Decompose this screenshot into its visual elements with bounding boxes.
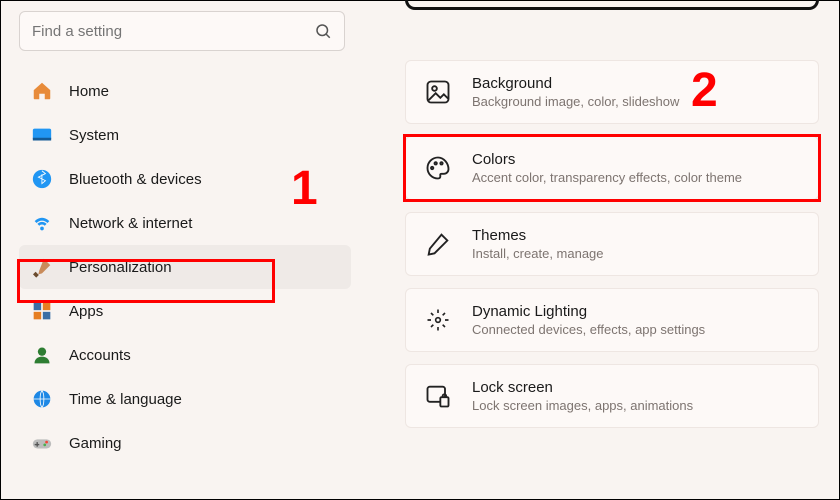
- gamepad-icon: [31, 432, 53, 454]
- sidebar-item-label: Home: [69, 83, 109, 100]
- bluetooth-icon: [31, 168, 53, 190]
- image-icon: [424, 78, 452, 106]
- main-content: Background Background image, color, slid…: [361, 1, 839, 499]
- card-subtitle: Lock screen images, apps, animations: [472, 398, 693, 413]
- sidebar-item-label: Gaming: [69, 435, 122, 452]
- search-input[interactable]: [32, 23, 314, 40]
- card-colors[interactable]: Colors Accent color, transparency effect…: [405, 136, 819, 200]
- palette-icon: [424, 154, 452, 182]
- lock-screen-icon: [424, 382, 452, 410]
- brush-icon: [424, 230, 452, 258]
- sidebar-item-label: Network & internet: [69, 215, 192, 232]
- card-title: Lock screen: [472, 379, 693, 396]
- sparkle-icon: [424, 306, 452, 334]
- card-dynamic-lighting[interactable]: Dynamic Lighting Connected devices, effe…: [405, 288, 819, 352]
- globe-icon: [31, 388, 53, 410]
- sidebar-item-system[interactable]: System: [19, 113, 351, 157]
- sidebar-item-apps[interactable]: Apps: [19, 289, 351, 333]
- sidebar-item-label: System: [69, 127, 119, 144]
- card-title: Colors: [472, 151, 742, 168]
- home-icon: [31, 80, 53, 102]
- sidebar-item-accounts[interactable]: Accounts: [19, 333, 351, 377]
- sidebar-item-network[interactable]: Network & internet: [19, 201, 351, 245]
- sidebar-item-label: Personalization: [69, 259, 172, 276]
- card-lock-screen[interactable]: Lock screen Lock screen images, apps, an…: [405, 364, 819, 428]
- sidebar-item-bluetooth[interactable]: Bluetooth & devices: [19, 157, 351, 201]
- card-title: Themes: [472, 227, 604, 244]
- window-frame-bottom: [405, 0, 819, 10]
- card-title: Background: [472, 75, 679, 92]
- paintbrush-icon: [31, 256, 53, 278]
- card-title: Dynamic Lighting: [472, 303, 705, 320]
- sidebar-item-label: Time & language: [69, 391, 182, 408]
- card-subtitle: Background image, color, slideshow: [472, 94, 679, 109]
- card-subtitle: Connected devices, effects, app settings: [472, 322, 705, 337]
- accounts-icon: [31, 344, 53, 366]
- sidebar-item-label: Apps: [69, 303, 103, 320]
- sidebar-item-home[interactable]: Home: [19, 69, 351, 113]
- card-background[interactable]: Background Background image, color, slid…: [405, 60, 819, 124]
- sidebar-item-label: Accounts: [69, 347, 131, 364]
- system-icon: [31, 124, 53, 146]
- sidebar: Home System Bluetooth & devices Network …: [1, 1, 361, 499]
- wifi-icon: [31, 212, 53, 234]
- search-icon: [314, 22, 332, 40]
- card-themes[interactable]: Themes Install, create, manage: [405, 212, 819, 276]
- card-subtitle: Install, create, manage: [472, 246, 604, 261]
- sidebar-nav: Home System Bluetooth & devices Network …: [19, 69, 351, 465]
- search-box[interactable]: [19, 11, 345, 51]
- apps-icon: [31, 300, 53, 322]
- sidebar-item-personalization[interactable]: Personalization: [19, 245, 351, 289]
- sidebar-item-gaming[interactable]: Gaming: [19, 421, 351, 465]
- card-subtitle: Accent color, transparency effects, colo…: [472, 170, 742, 185]
- sidebar-item-time[interactable]: Time & language: [19, 377, 351, 421]
- sidebar-item-label: Bluetooth & devices: [69, 171, 202, 188]
